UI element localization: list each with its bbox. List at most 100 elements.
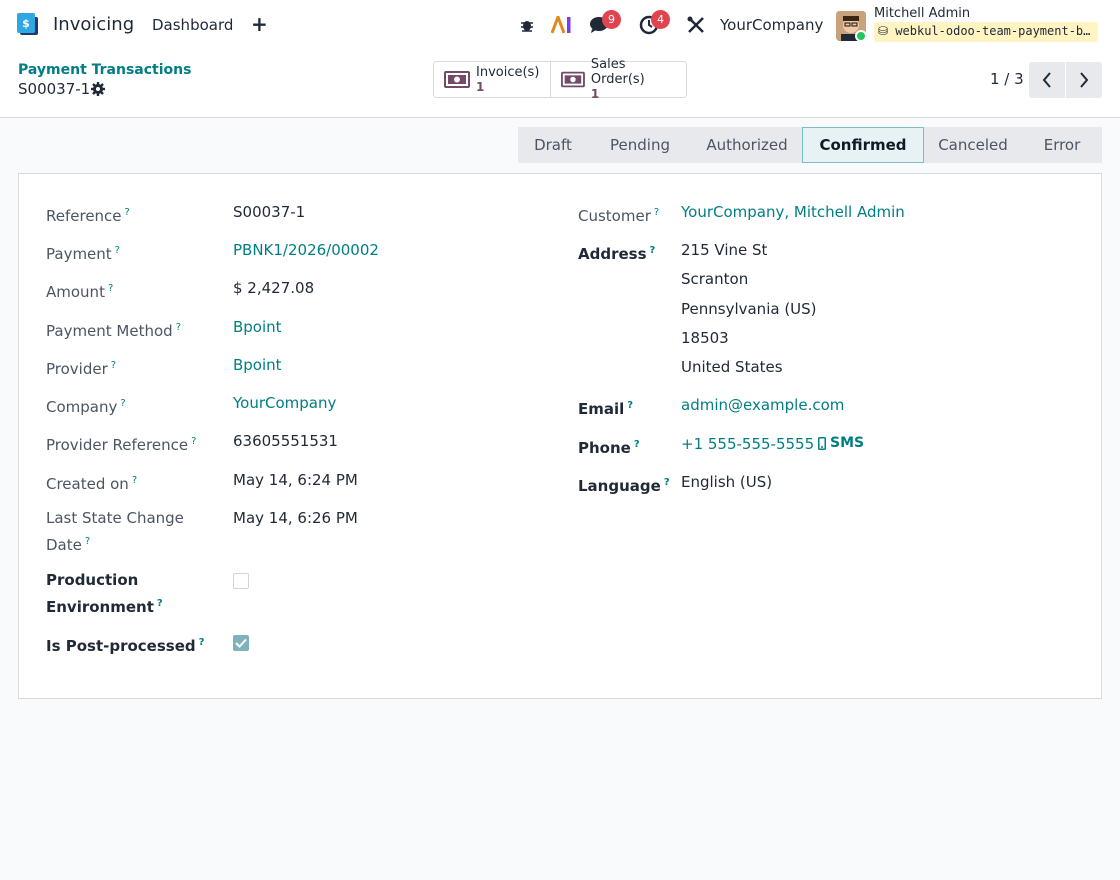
help-tooltip-icon[interactable]: ? <box>664 477 670 488</box>
sms-button[interactable]: SMS <box>818 435 864 451</box>
sales-orders-label: Sales Order(s) <box>590 57 645 87</box>
activities-badge: 4 <box>651 10 670 29</box>
customer-link[interactable]: YourCompany, Mitchell Admin <box>681 201 905 224</box>
stage-pending[interactable]: Pending <box>588 127 692 163</box>
provider-reference-value: 63605551531 <box>233 432 338 450</box>
breadcrumb-current-record: S00037-1 <box>18 80 91 98</box>
production-environment-label: Production Environment? <box>46 571 163 616</box>
pager-value[interactable]: 1 / 3 <box>990 70 1024 88</box>
amount-value: $ 2,427.08 <box>233 279 315 297</box>
provider-reference-label: Provider Reference? <box>46 436 197 454</box>
help-tooltip-icon[interactable]: ? <box>191 436 196 447</box>
stage-label: Error <box>1043 136 1081 154</box>
email-label: Email? <box>578 400 634 418</box>
app-name[interactable]: Invoicing <box>53 14 134 35</box>
stage-label: Authorized <box>706 136 788 154</box>
stage-label: Draft <box>534 136 572 154</box>
help-tooltip-icon[interactable]: ? <box>120 398 125 409</box>
stage-draft[interactable]: Draft <box>518 127 588 163</box>
payment-label: Payment? <box>46 245 120 263</box>
help-tooltip-icon[interactable]: ? <box>199 637 205 648</box>
help-tooltip-icon[interactable]: ? <box>111 360 116 371</box>
invoices-label: Invoice(s) <box>476 64 540 80</box>
last-state-change-label: Last State Change Date? <box>46 509 184 554</box>
invoices-smart-button[interactable]: Invoice(s) 1 <box>434 62 551 97</box>
created-on-value: May 14, 6:24 PM <box>233 471 358 489</box>
help-tooltip-icon[interactable]: ? <box>650 245 656 256</box>
help-tooltip-icon[interactable]: ? <box>108 283 113 294</box>
help-tooltip-icon[interactable]: ? <box>627 400 633 411</box>
chevron-left-icon <box>1042 72 1051 88</box>
help-tooltip-icon[interactable]: ? <box>157 598 163 609</box>
is-post-processed-checkbox[interactable] <box>233 635 249 651</box>
database-name-chip: ⛁ webkul-odoo-team-payment-bpoint <box>874 22 1098 42</box>
address-line: United States <box>681 358 783 376</box>
phone-label: Phone? <box>578 439 640 457</box>
email-link[interactable]: admin@example.com <box>681 394 844 417</box>
production-environment-checkbox[interactable] <box>233 573 249 589</box>
customer-label: Customer? <box>578 207 660 225</box>
company-link[interactable]: YourCompany <box>233 392 336 415</box>
payment-method-label: Payment Method? <box>46 322 182 340</box>
ai-icon[interactable] <box>551 14 573 36</box>
database-name: webkul-odoo-team-payment-bpoint <box>895 24 1098 38</box>
address-line: Scranton <box>681 270 749 288</box>
new-plus-button[interactable]: + <box>251 12 268 36</box>
is-post-processed-label: Is Post-processed? <box>46 637 205 655</box>
help-tooltip-icon[interactable]: ? <box>176 322 181 333</box>
company-switcher[interactable]: YourCompany <box>720 16 823 34</box>
reference-label: Reference? <box>46 207 130 225</box>
sales-orders-count: 1 <box>590 87 600 101</box>
last-state-change-value: May 14, 6:26 PM <box>233 509 358 527</box>
menu-dashboard[interactable]: Dashboard <box>152 16 233 34</box>
status-bar: Draft Pending Authorized Confirmed Cance… <box>518 127 1102 163</box>
help-tooltip-icon[interactable]: ? <box>654 207 659 218</box>
svg-text:$: $ <box>22 17 30 30</box>
help-tooltip-icon[interactable]: ? <box>125 207 130 218</box>
gear-icon[interactable] <box>91 82 105 96</box>
sales-orders-smart-button[interactable]: Sales Order(s) 1 <box>551 57 686 101</box>
created-on-label: Created on? <box>46 475 138 493</box>
address-label: Address? <box>578 245 656 263</box>
messages-badge: 9 <box>602 10 621 29</box>
online-status-dot <box>855 30 867 42</box>
address-line: 215 Vine St <box>681 241 768 259</box>
top-navbar: $ Invoicing Dashboard + 9 4 YourCompany … <box>0 0 1120 51</box>
payment-link[interactable]: PBNK1/2026/00002 <box>233 239 379 262</box>
control-panel: Payment Transactions S00037-1 Invoice(s)… <box>0 51 1120 118</box>
provider-link[interactable]: Bpoint <box>233 354 282 377</box>
database-icon: ⛁ <box>878 24 889 38</box>
pager-previous-button[interactable] <box>1029 62 1065 98</box>
sms-label: SMS <box>830 435 865 451</box>
address-line: Pennsylvania (US) <box>681 300 817 318</box>
stage-confirmed[interactable]: Confirmed <box>802 127 924 163</box>
address-line: 18503 <box>681 329 729 347</box>
user-name[interactable]: Mitchell Admin <box>874 6 970 21</box>
debug-bug-icon[interactable] <box>516 14 538 36</box>
phone-link[interactable]: +1 555-555-5555 <box>681 433 814 456</box>
stage-canceled[interactable]: Canceled <box>924 127 1022 163</box>
money-bill-icon <box>561 71 585 88</box>
help-tooltip-icon[interactable]: ? <box>634 439 640 450</box>
payment-method-link[interactable]: Bpoint <box>233 316 282 339</box>
smart-buttons: Invoice(s) 1 Sales Order(s) 1 <box>433 57 687 101</box>
company-label: Company? <box>46 398 126 416</box>
stage-label: Pending <box>610 136 670 154</box>
pager-next-button[interactable] <box>1066 62 1102 98</box>
stage-label: Confirmed <box>819 136 907 154</box>
provider-label: Provider? <box>46 360 117 378</box>
stage-error[interactable]: Error <box>1022 127 1102 163</box>
reference-value: S00037-1 <box>233 203 306 221</box>
form-sheet: Reference? S00037-1 Payment? PBNK1/2026/… <box>18 173 1102 699</box>
checkmark-icon <box>235 638 247 648</box>
mobile-phone-icon <box>818 436 826 450</box>
invoices-count: 1 <box>476 79 485 94</box>
help-tooltip-icon[interactable]: ? <box>115 245 120 256</box>
tools-settings-icon[interactable] <box>685 14 707 36</box>
breadcrumb-payment-transactions[interactable]: Payment Transactions <box>18 62 191 78</box>
invoicing-app-icon[interactable]: $ <box>17 13 41 37</box>
language-value: English (US) <box>681 473 773 491</box>
stage-authorized[interactable]: Authorized <box>692 127 802 163</box>
help-tooltip-icon[interactable]: ? <box>85 536 90 547</box>
help-tooltip-icon[interactable]: ? <box>132 475 137 486</box>
